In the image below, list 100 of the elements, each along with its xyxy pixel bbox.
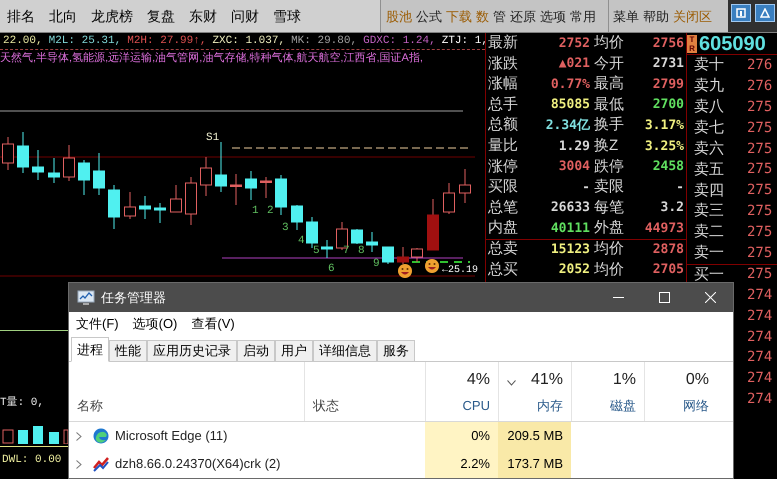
quote-label: 涨幅 — [488, 74, 518, 94]
order-label: 卖二 — [694, 222, 724, 242]
quote-value: 3.2 — [660, 199, 684, 218]
menu-item[interactable]: 常用 — [568, 0, 598, 32]
quote-value: 2.34亿 — [546, 116, 590, 135]
order-label: 卖十 — [694, 55, 724, 76]
concept-list: 天然气,半导体,氢能源,远洋运输,油气管网,油气存储,特种气体,航天航空,江西省,国证A指, — [0, 50, 423, 67]
menu-item[interactable]: 文件(F) — [76, 314, 119, 334]
candlestick — [382, 246, 394, 264]
candlestick — [321, 240, 333, 258]
quote-value: 1.29 — [558, 138, 590, 156]
column-header[interactable]: 1% 磁盘 — [571, 362, 644, 421]
candlestick — [139, 196, 151, 220]
menu-item[interactable]: 排名 — [0, 0, 42, 32]
candlestick — [154, 202, 166, 224]
candlestick — [459, 168, 471, 204]
candlestick — [230, 174, 242, 206]
menu-item[interactable]: 公式 — [414, 0, 444, 32]
candlestick — [275, 174, 287, 216]
order-price: 274 — [747, 328, 774, 347]
menu-item[interactable]: 北向 — [42, 0, 84, 32]
candlestick — [200, 156, 212, 196]
usage-percent: 41% — [530, 370, 563, 390]
order-label: 卖八 — [694, 96, 724, 117]
quote-label: 涨跌 — [488, 54, 518, 74]
menu-item[interactable]: 帮助 — [641, 0, 671, 32]
quote-value: 2705 — [652, 261, 684, 280]
quote-label: 卖限 — [594, 177, 624, 198]
process-row[interactable]: dzh8.66.0.24370(X64)crk (2) 2.2% 173.7 MB — [69, 450, 733, 478]
menu-item[interactable]: 雪球 — [266, 0, 308, 32]
menu-item[interactable]: 复盘 — [140, 0, 182, 32]
candlestick — [366, 232, 378, 252]
tab[interactable]: 性能 — [109, 340, 147, 362]
order-price: 275 — [747, 98, 774, 117]
price-label: ←25.19 — [442, 265, 478, 276]
candlestick — [17, 132, 29, 174]
tab[interactable]: 服务 — [377, 340, 415, 362]
quote-label: 总买 — [488, 260, 518, 280]
order-price: 274 — [747, 306, 774, 326]
window-icon[interactable] — [755, 4, 775, 22]
cpu-cell: 0% — [425, 422, 498, 450]
column-label: 状态 — [313, 396, 339, 414]
candlestick — [78, 160, 90, 196]
maximize-icon — [658, 292, 670, 303]
quote-label: 总卖 — [488, 239, 518, 260]
column-header[interactable]: 41% 内存 — [498, 362, 571, 421]
volume-bars-drawing — [0, 426, 68, 444]
indicator-value: MK: 29.80, — [291, 34, 358, 49]
quote-value: - — [676, 178, 684, 197]
candlestick — [291, 204, 303, 230]
menu-item[interactable]: 查看(V) — [191, 314, 235, 334]
menu-item[interactable]: 管 — [491, 0, 508, 32]
order-label: 卖七 — [694, 118, 724, 138]
usage-percent: 0% — [686, 370, 709, 390]
tab[interactable]: 详细信息 — [313, 340, 377, 362]
quote-label: 跌停 — [594, 156, 624, 177]
column-header[interactable]: 0% 网络 — [644, 362, 717, 421]
quote-label: 每笔 — [594, 198, 624, 218]
quote-value: 2731 — [652, 55, 684, 74]
tab[interactable]: 进程 — [71, 337, 109, 362]
candlestick — [215, 142, 227, 192]
menu-item[interactable]: 东财 — [182, 0, 224, 32]
column-header[interactable]: 4% CPU — [425, 362, 498, 421]
stock-code: 605090 — [699, 34, 766, 54]
quote-value: 15123 — [550, 240, 590, 259]
candlestick — [63, 144, 75, 182]
window-icon[interactable] — [731, 4, 751, 22]
column-header[interactable]: 状态 — [304, 362, 425, 421]
tab[interactable]: 启动 — [237, 340, 275, 362]
menu-item[interactable]: 问财 — [224, 0, 266, 32]
menu-item[interactable]: 龙虎榜 — [84, 0, 140, 32]
quote-value: 2878 — [652, 240, 684, 259]
monitor-icon — [77, 290, 95, 306]
window-title: 任务管理器 — [101, 288, 166, 307]
process-row[interactable]: Microsoft Edge (11) 0% 209.5 MB — [69, 422, 733, 450]
quote-value: 2458 — [652, 158, 684, 176]
tab[interactable]: 应用历史记录 — [147, 340, 237, 362]
column-header[interactable]: 名称 — [69, 362, 304, 421]
wave-label: 5 — [313, 245, 320, 257]
quote-value: 85085 — [550, 96, 590, 114]
candlestick — [397, 246, 409, 264]
order-label: 卖三 — [694, 201, 724, 222]
quote-label: 总额 — [488, 115, 518, 136]
indicator-value: T量: 0, — [0, 395, 44, 411]
tab[interactable]: 用户 — [275, 340, 313, 362]
quote-label: 涨停 — [488, 156, 518, 177]
memory-cell: 209.5 MB — [498, 422, 571, 450]
quote-value: ▲021 — [558, 55, 590, 74]
candlestick — [245, 170, 257, 200]
quote-value: 0.77% — [550, 76, 590, 94]
menu-item[interactable]: 选项(O) — [132, 314, 178, 334]
quote-label: 均价 — [594, 260, 624, 280]
menu-item[interactable]: 选项 — [538, 0, 568, 32]
menu-item[interactable]: 菜单 — [611, 0, 641, 32]
menu-item[interactable]: 还原 — [508, 0, 538, 32]
quote-value: 2752 — [558, 34, 590, 53]
order-label: 买一 — [694, 264, 724, 285]
quote-value: 2799 — [652, 76, 684, 94]
quote-value: 3004 — [558, 158, 590, 176]
indicator-value: 22.00, — [3, 34, 43, 49]
